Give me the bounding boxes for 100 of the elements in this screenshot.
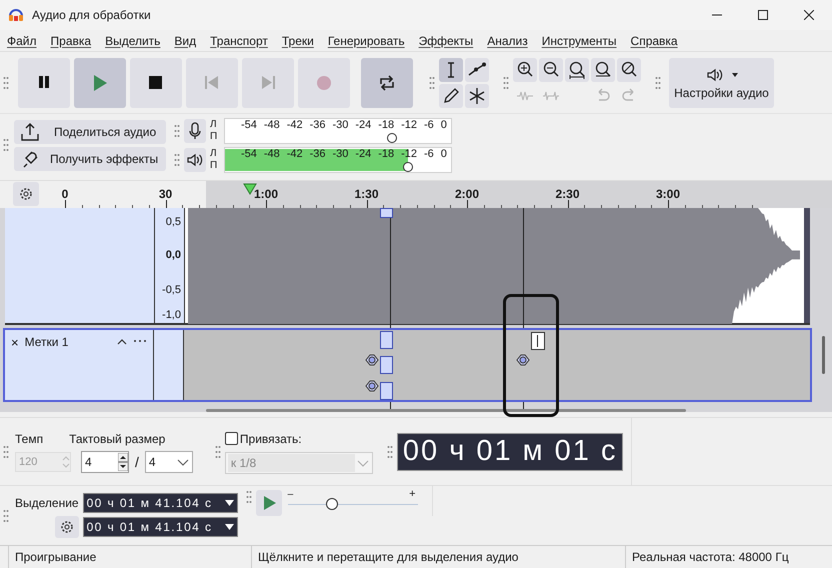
zoom-toggle-button[interactable] xyxy=(617,58,641,82)
status-text: Проигрывание xyxy=(8,546,243,568)
speaker-button[interactable] xyxy=(184,148,206,172)
label-box xyxy=(380,208,393,218)
timeline-settings-button[interactable] xyxy=(13,182,39,206)
amplitude-label: 0,5 xyxy=(166,217,181,228)
toolbar-grip-icon xyxy=(503,76,509,90)
amplitude-label: -1,0 xyxy=(162,310,181,321)
menu-item[interactable]: Вид xyxy=(174,32,196,50)
zoom-fit-button[interactable] xyxy=(591,58,615,82)
i-beam-tool-button[interactable] xyxy=(439,58,463,82)
label-marker-icon xyxy=(514,352,532,368)
speed-slider[interactable]: – + xyxy=(286,490,420,516)
play-at-speed-button[interactable] xyxy=(256,490,282,516)
menu-item[interactable]: Анализ xyxy=(487,32,528,50)
menu-item[interactable]: Выделить xyxy=(105,32,160,50)
zoom-out-button[interactable] xyxy=(539,58,563,82)
channel-label: Л xyxy=(210,148,218,160)
more-icon xyxy=(133,339,147,343)
microphone-icon xyxy=(188,122,202,140)
menu-item[interactable]: Файл xyxy=(7,32,37,50)
zoom-selection-button[interactable] xyxy=(565,58,589,82)
meter-tick-label: -48 xyxy=(264,118,280,132)
zoom-in-icon xyxy=(515,60,535,80)
zoom-out-icon xyxy=(541,60,561,80)
minimize-icon xyxy=(712,14,722,16)
toolbar-grip-icon xyxy=(386,444,393,458)
meter-tick-label: -36 xyxy=(310,118,326,132)
meter-tick-label: -6 xyxy=(424,118,434,132)
menu-item[interactable]: Транспорт xyxy=(210,32,268,50)
meter-tick-label: -24 xyxy=(355,118,372,132)
microphone-button[interactable] xyxy=(184,118,206,142)
meter-tick-label: -12 xyxy=(401,118,418,132)
status-text: Щёлкните и перетащите для выделения аудио xyxy=(251,546,617,568)
loop-icon xyxy=(377,72,397,92)
toolbar-grip-icon xyxy=(3,76,9,90)
zoom-toggle-icon xyxy=(619,60,639,80)
zoom-in-button[interactable] xyxy=(513,58,537,82)
window-title: Аудио для обработки xyxy=(32,7,151,24)
selection-end-field[interactable]: 00 ч 01 м 41.104 с xyxy=(82,517,238,537)
time-display[interactable]: 00 ч 01 м 01 с xyxy=(396,432,623,470)
tempo-label: Темп xyxy=(15,431,44,448)
meter-tick-label: -48 xyxy=(264,148,280,160)
menu-item[interactable]: Инструменты xyxy=(542,32,617,50)
menu-item[interactable]: Правка xyxy=(50,32,92,50)
channel-label: П xyxy=(210,160,218,172)
gain-slider-thumb[interactable] xyxy=(387,132,398,142)
label-text-box xyxy=(531,332,545,350)
timeline-label: 2:30 xyxy=(555,186,580,203)
timeline-label: 1:00 xyxy=(254,186,278,203)
meter-tick-label: -6 xyxy=(424,148,434,160)
stop-button[interactable] xyxy=(130,58,182,108)
meter-tick-label: -42 xyxy=(286,148,303,160)
speaker-icon xyxy=(186,152,204,168)
timeline-label: 0 xyxy=(62,186,68,203)
beat-unit-dropdown[interactable]: 4 xyxy=(144,451,193,473)
audio-settings-button[interactable]: Настройки аудио xyxy=(669,58,774,108)
menu-item[interactable]: Эффекты xyxy=(418,32,474,50)
menu-item[interactable]: Треки xyxy=(282,32,314,50)
selection-start-field[interactable]: 00 ч 01 м 41.104 с xyxy=(82,493,238,513)
vertical-scrollbar[interactable] xyxy=(822,336,825,374)
collapse-icon xyxy=(117,338,127,346)
zoom-selection-icon xyxy=(567,60,587,80)
timeline-label: 1:30 xyxy=(354,186,379,203)
pencil-icon xyxy=(441,86,461,106)
status-text: Реальная частота: 48000 Гц xyxy=(625,546,832,568)
meter-tick-label: -18 xyxy=(378,118,394,132)
share-audio-button[interactable]: Поделиться аудио xyxy=(14,120,166,144)
toolbar-grip-icon xyxy=(3,508,9,522)
slider-max-label: + xyxy=(409,487,416,502)
amplitude-label: -0,5 xyxy=(162,285,181,296)
toolbar-grip-icon xyxy=(3,444,9,458)
selection-settings-button[interactable] xyxy=(54,516,79,538)
spin-arrows-icon xyxy=(62,455,70,469)
menu-item[interactable]: Справка xyxy=(630,32,678,50)
asterisk-tool-button[interactable] xyxy=(465,84,489,108)
close-icon xyxy=(804,10,814,20)
envelope-tool-button[interactable] xyxy=(465,58,489,82)
pause-button[interactable] xyxy=(18,58,70,108)
pencil-tool-button[interactable] xyxy=(439,84,463,108)
asterisk-icon xyxy=(467,86,487,106)
toolbar-grip-icon xyxy=(214,444,221,458)
dropdown-icon xyxy=(224,500,234,506)
loop-button[interactable] xyxy=(361,58,413,108)
meter-tick-label: 0 xyxy=(440,148,447,160)
menu-item[interactable]: Генерировать xyxy=(328,32,405,50)
meter-tick-label: -30 xyxy=(332,118,348,132)
share-icon xyxy=(20,122,40,142)
toolbar-grip-icon xyxy=(3,138,9,152)
meter-tick-label: -30 xyxy=(332,148,348,160)
toolbar-grip-icon xyxy=(429,76,435,90)
horizontal-scrollbar[interactable] xyxy=(206,409,686,412)
close-track-button[interactable]: × xyxy=(11,336,19,349)
beats-field[interactable]: 4 xyxy=(81,451,129,473)
track-name: Метки 1 xyxy=(24,336,68,348)
timeline-label: 30 xyxy=(158,186,172,203)
get-effects-button[interactable]: Получить эффекты xyxy=(14,146,166,170)
zoom-fit-icon xyxy=(593,60,613,80)
slider-thumb[interactable] xyxy=(326,498,338,510)
meter-tick-label: -42 xyxy=(286,118,303,132)
